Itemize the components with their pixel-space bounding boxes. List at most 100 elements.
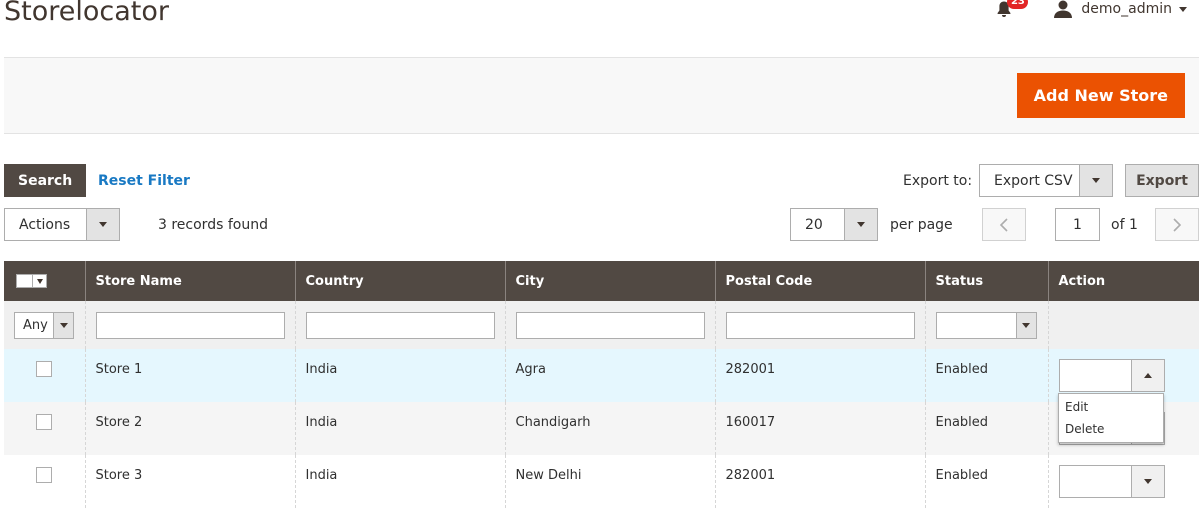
cell-status: Enabled [924,349,1048,402]
chevron-left-icon [999,217,1008,232]
cell-city: Chandigarh [504,402,715,455]
row-select-cell [4,349,85,402]
filter-any-dropdown-toggle[interactable] [53,312,73,338]
filter-cell-country [294,301,505,349]
stores-grid: Store Name Country City Postal Code Stat… [4,261,1199,508]
notifications-count-badge: 23 [1007,0,1029,9]
column-header-store-name[interactable]: Store Name [84,261,295,301]
mass-actions-value: Actions [19,216,71,233]
chevron-up-icon [1143,373,1152,378]
mass-select-header [4,261,85,301]
filter-cell-action [1047,301,1199,349]
table-row[interactable]: Store 1 India Agra 282001 Enabled [4,349,1199,402]
user-icon [1054,0,1073,18]
row-select-cell [4,402,85,455]
column-header-action: Action [1047,261,1199,301]
action-menu-item-edit[interactable]: Edit [1059,396,1163,418]
notifications-bell[interactable]: 23 [995,0,1029,18]
cell-city: New Delhi [504,455,715,508]
current-page-input[interactable] [1055,208,1100,241]
cell-store-name: Store 1 [84,349,295,402]
total-pages: of 1 [1111,217,1138,233]
cell-status: Enabled [924,455,1048,508]
column-header-postal-code[interactable]: Postal Code [714,261,925,301]
page-actions-bar: Add New Store [4,57,1199,134]
mass-select-dropdown[interactable] [33,274,47,288]
row-action-dropdown-toggle[interactable] [1130,466,1164,497]
filter-cell-postal-code [714,301,925,349]
mass-actions-dropdown-toggle[interactable] [86,209,119,240]
export-format-dropdown-toggle[interactable] [1079,165,1112,196]
chevron-down-icon [1143,479,1152,484]
cell-store-name: Store 3 [84,455,295,508]
cell-store-name: Store 2 [84,402,295,455]
mass-actions-select[interactable]: Actions [4,208,120,241]
per-page-select[interactable]: 20 [790,208,878,241]
row-action-select[interactable] [1058,359,1165,392]
filter-cell-status [924,301,1048,349]
records-found: 3 records found [158,217,268,233]
chevron-down-icon [1022,322,1030,328]
row-action-value [1060,466,1131,497]
next-page-button[interactable] [1155,208,1199,241]
filter-status-dropdown-toggle[interactable] [1015,312,1036,338]
filter-any-value: Any [23,317,48,333]
row-checkbox[interactable] [36,414,53,430]
chevron-down-icon [99,222,107,227]
filter-any-select[interactable]: Any [14,311,74,339]
filter-cell-city [504,301,715,349]
mass-select-control[interactable] [16,274,47,288]
row-action-select[interactable] [1058,465,1165,498]
table-row[interactable]: Store 2 India Chandigarh 160017 Enabled [4,402,1199,455]
filter-cell-store-name [84,301,295,349]
cell-postal-code: 282001 [714,349,925,402]
per-page-dropdown-toggle[interactable] [844,209,877,240]
cell-status: Enabled [924,402,1048,455]
column-header-city[interactable]: City [504,261,715,301]
username: demo_admin [1081,1,1172,17]
filter-store-name-input[interactable] [95,311,285,339]
row-checkbox[interactable] [36,361,53,377]
cell-country: India [294,349,505,402]
grid-filter-row: Any [4,301,1199,349]
cell-postal-code: 282001 [714,455,925,508]
header-actions: 23 demo_admin [995,0,1187,18]
chevron-right-icon [1173,217,1182,232]
column-header-status[interactable]: Status [924,261,1048,301]
cell-country: India [294,402,505,455]
chevron-down-icon [857,222,865,227]
per-page-value: 20 [805,216,823,233]
table-row[interactable]: Store 3 India New Delhi 282001 Enabled [4,455,1199,508]
row-checkbox[interactable] [36,467,53,483]
previous-page-button[interactable] [982,208,1026,241]
grid-header-row: Store Name Country City Postal Code Stat… [4,261,1199,301]
reset-filter-link[interactable]: Reset Filter [98,173,190,189]
filter-postal-code-input[interactable] [725,311,915,339]
filter-cell-select: Any [4,301,85,349]
cell-action [1047,455,1199,508]
column-header-country[interactable]: Country [294,261,505,301]
cell-country: India [294,455,505,508]
filter-city-input[interactable] [515,311,705,339]
row-action-menu: Edit Delete [1058,393,1164,443]
action-menu-item-delete[interactable]: Delete [1059,418,1163,440]
user-menu[interactable]: demo_admin [1053,0,1187,18]
chevron-down-icon [59,322,68,328]
export-button[interactable]: Export [1125,164,1199,197]
add-new-store-button[interactable]: Add New Store [1016,73,1185,118]
row-select-cell [4,455,85,508]
filter-country-input[interactable] [305,311,495,339]
row-action-value [1060,360,1131,391]
page-title: Storelocator [4,0,169,27]
search-button[interactable]: Search [4,164,87,197]
cell-city: Agra [504,349,715,402]
chevron-down-icon [1179,6,1187,12]
chevron-down-icon [36,278,43,284]
cell-postal-code: 160017 [714,402,925,455]
mass-select-checkbox[interactable] [16,274,33,288]
filter-status-select[interactable] [935,311,1037,339]
row-action-dropdown-toggle[interactable] [1130,360,1164,391]
export-format-select[interactable]: Export CSV [979,164,1113,197]
chevron-down-icon [1092,178,1100,183]
export-label: Export to: [903,173,973,189]
